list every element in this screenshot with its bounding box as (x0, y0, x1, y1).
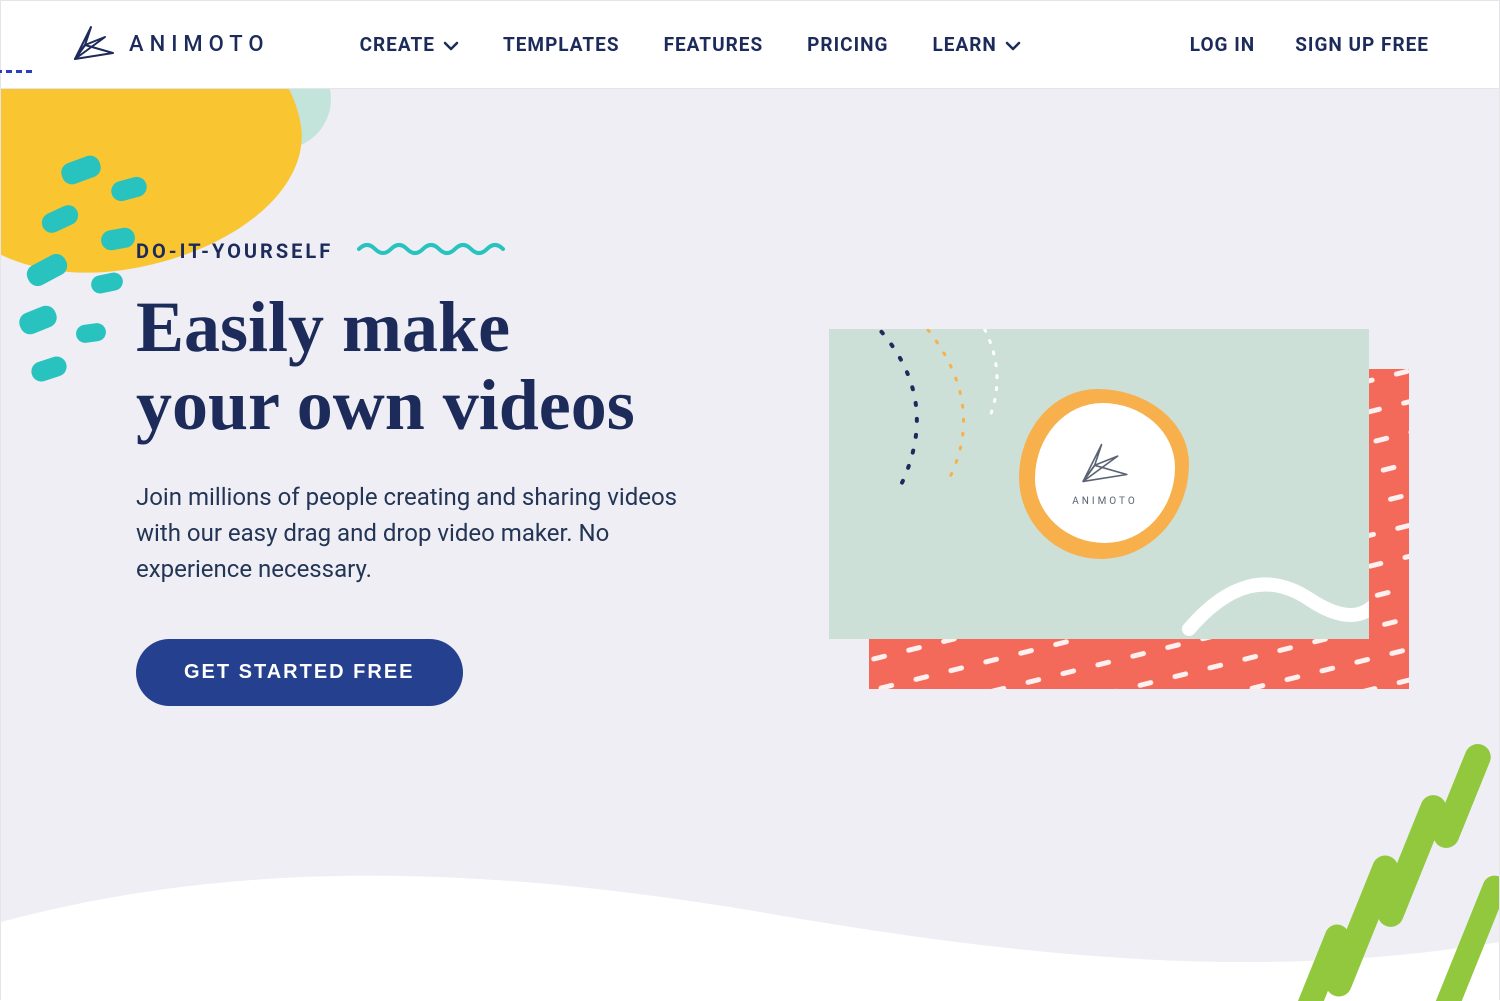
hero-section: DO-IT-YOURSELF Easily make your own vide… (1, 89, 1499, 1001)
headline-line: your own videos (136, 365, 635, 445)
nav-label: FEATURES (664, 33, 764, 56)
section-wave (1, 832, 1499, 1001)
hero-card-stack: ANIMOTO (829, 329, 1409, 709)
main-nav: CREATE TEMPLATES FEATURES PRICING LEARN (360, 33, 1021, 56)
main-header: ANIMOTO CREATE TEMPLATES FEATURES PRICIN… (1, 1, 1499, 89)
chevron-down-icon (1005, 33, 1021, 56)
brand-logo[interactable]: ANIMOTO (71, 23, 270, 67)
dashed-corner-decoration (0, 0, 32, 73)
hero-subtext: Join millions of people creating and sha… (136, 479, 696, 587)
hero-card-front: ANIMOTO (829, 329, 1369, 639)
nav-item-learn[interactable]: LEARN (933, 33, 1021, 56)
hero-headline: Easily make your own videos (136, 289, 701, 445)
nav-item-pricing[interactable]: PRICING (807, 33, 888, 56)
brand-name: ANIMOTO (129, 32, 270, 57)
squiggle-icon (357, 241, 507, 261)
nav-item-create[interactable]: CREATE (360, 33, 459, 56)
hero-copy: DO-IT-YOURSELF Easily make your own vide… (1, 89, 701, 706)
signup-link[interactable]: SIGN UP FREE (1295, 33, 1429, 56)
nav-label: PRICING (807, 33, 888, 56)
chevron-down-icon (443, 33, 459, 56)
hero-eyebrow: DO-IT-YOURSELF (136, 239, 333, 263)
nav-label: LEARN (933, 33, 997, 56)
nav-label: CREATE (360, 33, 435, 56)
fan-logo-icon (71, 23, 117, 67)
nav-label: LOG IN (1190, 33, 1255, 56)
login-link[interactable]: LOG IN (1190, 33, 1255, 56)
get-started-button[interactable]: GET STARTED FREE (136, 639, 463, 706)
nav-item-templates[interactable]: TEMPLATES (503, 33, 620, 56)
nav-label: TEMPLATES (503, 33, 620, 56)
nav-right: LOG IN SIGN UP FREE (1190, 33, 1429, 56)
green-brush-decoration (1279, 721, 1499, 1001)
fan-logo-icon (1078, 440, 1132, 490)
eyebrow-row: DO-IT-YOURSELF (136, 239, 701, 263)
nav-label: SIGN UP FREE (1295, 33, 1429, 56)
brand-badge-label: ANIMOTO (1072, 496, 1138, 507)
headline-line: Easily make (136, 287, 510, 367)
nav-item-features[interactable]: FEATURES (664, 33, 764, 56)
